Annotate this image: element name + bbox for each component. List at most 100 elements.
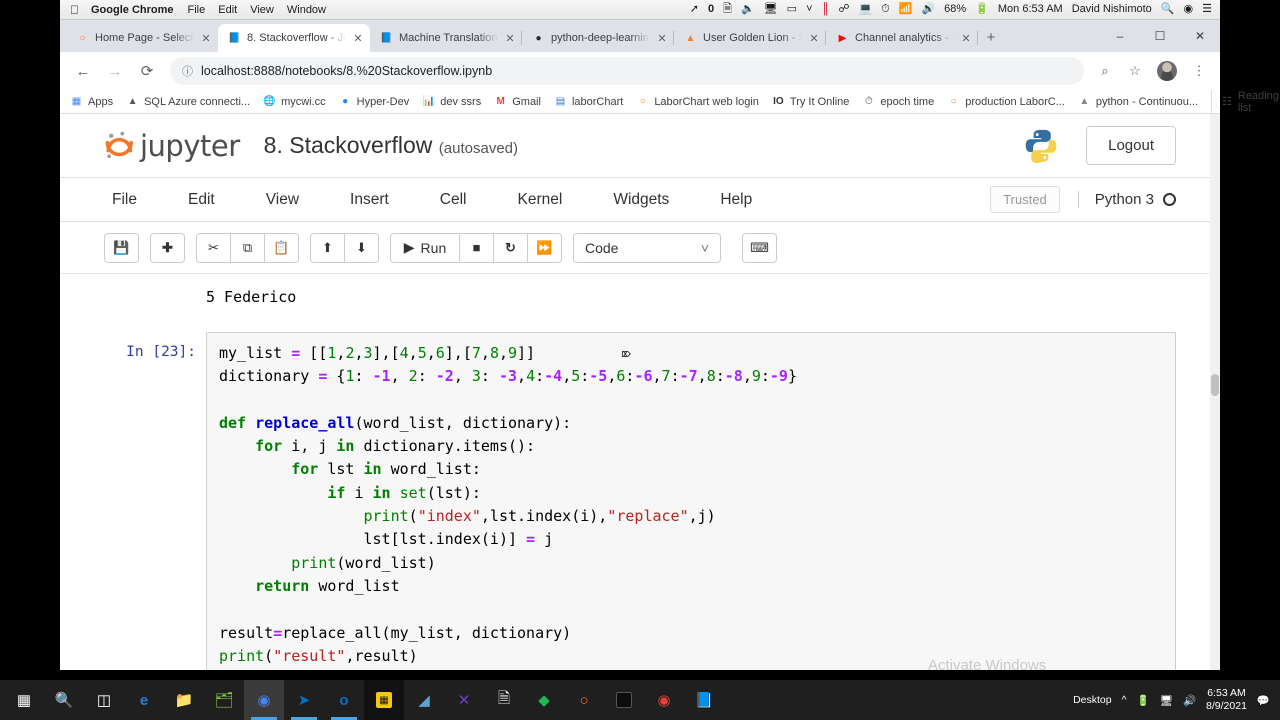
restart-circle-icon[interactable]: ↻ [493,232,528,263]
battery-icon[interactable]: 🔋 [1137,694,1150,707]
task-view-icon[interactable]: ◫ [84,680,124,720]
menu-insert[interactable]: Insert [342,191,397,209]
windows-start-icon[interactable]: ▦ [4,680,44,720]
browser-tab-4[interactable]: ▲ User Golden Lion - Stack Overflo ✕ [674,24,826,52]
sound-output-icon[interactable]: 🔈 [741,4,755,15]
window-minimize-button[interactable]: – [1100,21,1140,51]
recording-bars-icon[interactable]: ║ [822,4,830,15]
profile-avatar[interactable] [1157,61,1177,81]
paste-icon[interactable]: 📋 [264,232,299,263]
bookmark-production-laborchart[interactable]: ○ production LaborC... [947,95,1065,108]
tab-close-icon[interactable]: ✕ [808,32,820,45]
chevron-up-icon[interactable]: ^ [1122,694,1127,706]
ssms-icon[interactable]: ◢ [404,680,444,720]
menu-kernel[interactable]: Kernel [510,191,571,209]
notification-icon[interactable]: 💬 [1257,694,1270,707]
notepad-icon[interactable]: 🗎 [484,680,524,720]
active-app-name[interactable]: Google Chrome [91,4,174,16]
logout-button[interactable]: Logout [1086,126,1176,165]
book-app-icon[interactable]: 📘 [684,680,724,720]
wifi-icon[interactable]: 📶 [899,4,913,15]
vscode-icon[interactable]: ✕ [444,680,484,720]
window-maximize-button[interactable]: ☐ [1140,21,1180,51]
save-disk-icon[interactable]: 💾 [104,232,139,263]
new-tab-button[interactable]: + [978,24,1004,50]
network-icon[interactable]: 🖥 [1160,694,1173,707]
bookmark-laborchart-web-login[interactable]: ○ LaborChart web login [636,95,759,108]
star-icon[interactable]: ☆ [1122,58,1148,84]
chevron-down-icon[interactable]: ˅ [806,4,812,15]
bookmark-hyper-dev[interactable]: ● Hyper-Dev [339,95,409,108]
bookmark-python-continuous[interactable]: ▲ python - Continuou... [1078,95,1198,108]
terminal-icon[interactable] [604,680,644,720]
kernel-indicator[interactable]: Python 3 [1077,191,1176,208]
outlook-icon[interactable]: o [324,680,364,720]
battery-icon[interactable]: 🔋 [975,4,989,15]
browser-tab-3[interactable]: ● python-deep-learning/8. Stacko ✕ [522,24,674,52]
power-bi-icon[interactable]: ▦ [364,680,404,720]
chrome-menu-button[interactable]: ⋮ [1186,58,1212,84]
copy-icon[interactable]: ⧉ [230,232,265,263]
tab-close-icon[interactable]: ✕ [352,32,364,45]
timer-icon[interactable]: 0 [708,4,714,15]
run-button[interactable]: ▶ Run [390,232,460,263]
tab-close-icon[interactable]: ✕ [656,32,668,45]
taskbar-clock[interactable]: 6:53 AM 8/9/2021 [1206,687,1247,713]
mac-menu-window[interactable]: Window [287,4,326,16]
yammer-icon[interactable]: ➤ [284,680,324,720]
browser-tab-0[interactable]: ○ Home Page - Select or create a ✕ [66,24,218,52]
mac-menu-file[interactable]: File [188,4,206,16]
browser-tab-2[interactable]: 📘 Machine Translation - Jupyter N ✕ [370,24,522,52]
jupyter-icon[interactable]: ○ [564,680,604,720]
scissors-icon[interactable]: ✂ [196,232,231,263]
info-circle-icon[interactable]: ⓘ [182,63,193,79]
fast-forward-icon[interactable]: ⏩ [527,232,562,263]
desktop-label[interactable]: Desktop [1073,694,1112,706]
bookmark-epoch-time[interactable]: ⏱ epoch time [862,95,934,108]
tab-close-icon[interactable]: ✕ [504,32,516,45]
menu-file[interactable]: File [104,191,145,209]
siri-icon[interactable]: ◉ [1184,4,1194,15]
file-explorer-icon[interactable]: 📁 [164,680,204,720]
scrollbar-thumb[interactable] [1211,374,1219,396]
store-icon[interactable]: 🗂 [204,680,244,720]
window-close-button[interactable]: ✕ [1180,21,1220,51]
forward-button[interactable]: → [100,56,130,86]
bookmark-mycwi[interactable]: 🌐 mycwi.cc [263,95,325,108]
search-icon[interactable]: 🔍 [44,680,84,720]
reading-list-button[interactable]: ☷ Reading list [1211,89,1279,114]
zoom-icon[interactable]: ⌕ [1092,58,1118,84]
keyboard-icon[interactable]: ⌨ [742,232,777,263]
opera-icon[interactable]: ◉ [644,680,684,720]
code-editor[interactable]: my_list = [[1,2,3],[4,5,6],[7,8,9]] dict… [206,332,1176,670]
browser-tab-5[interactable]: ▶ Channel analytics - YouTube Stu ✕ [826,24,978,52]
chrome-icon[interactable]: ◉ [244,680,284,720]
edge-icon[interactable]: e [124,680,164,720]
page-scrollbar[interactable] [1210,114,1220,670]
notes-icon[interactable]: 🗎 [723,4,732,15]
menu-cell[interactable]: Cell [432,191,475,209]
bookmark-apps[interactable]: ▦ Apps [70,95,113,108]
mac-menu-view[interactable]: View [250,4,274,16]
trusted-badge[interactable]: Trusted [990,186,1060,213]
clock-icon[interactable]: ⏱ [881,4,890,15]
volume-icon[interactable]: 🔊 [1183,694,1196,707]
mac-menu-edit[interactable]: Edit [218,4,237,16]
bookmark-laborchart[interactable]: ▤ laborChart [554,95,624,108]
bookmark-sql-azure[interactable]: ▲ SQL Azure connecti... [126,95,250,108]
arrow-up-icon[interactable]: ⬆ [310,232,345,263]
menubar-clock[interactable]: Mon 6:53 AM [998,4,1063,15]
notebook-title[interactable]: 8. Stackoverflow (autosaved) [264,132,518,159]
bookmark-try-it-online[interactable]: IO Try It Online [772,95,849,108]
bookmark-dev-ssrs[interactable]: 📊 dev ssrs [422,95,482,108]
airplay-display-icon[interactable]: 💻 [858,4,872,15]
tab-close-icon[interactable]: ✕ [960,32,972,45]
jupyter-logo[interactable]: jupyter [104,129,240,163]
menu-help[interactable]: Help [712,191,760,209]
menu-widgets[interactable]: Widgets [605,191,677,209]
arrow-down-icon[interactable]: ⬇ [344,232,379,263]
menu-edit[interactable]: Edit [180,191,223,209]
battery-percent[interactable]: 68% [944,4,966,15]
bookmark-gmail[interactable]: M Gmail [494,95,541,108]
cell-type-select[interactable]: Code ˅ [573,232,721,263]
